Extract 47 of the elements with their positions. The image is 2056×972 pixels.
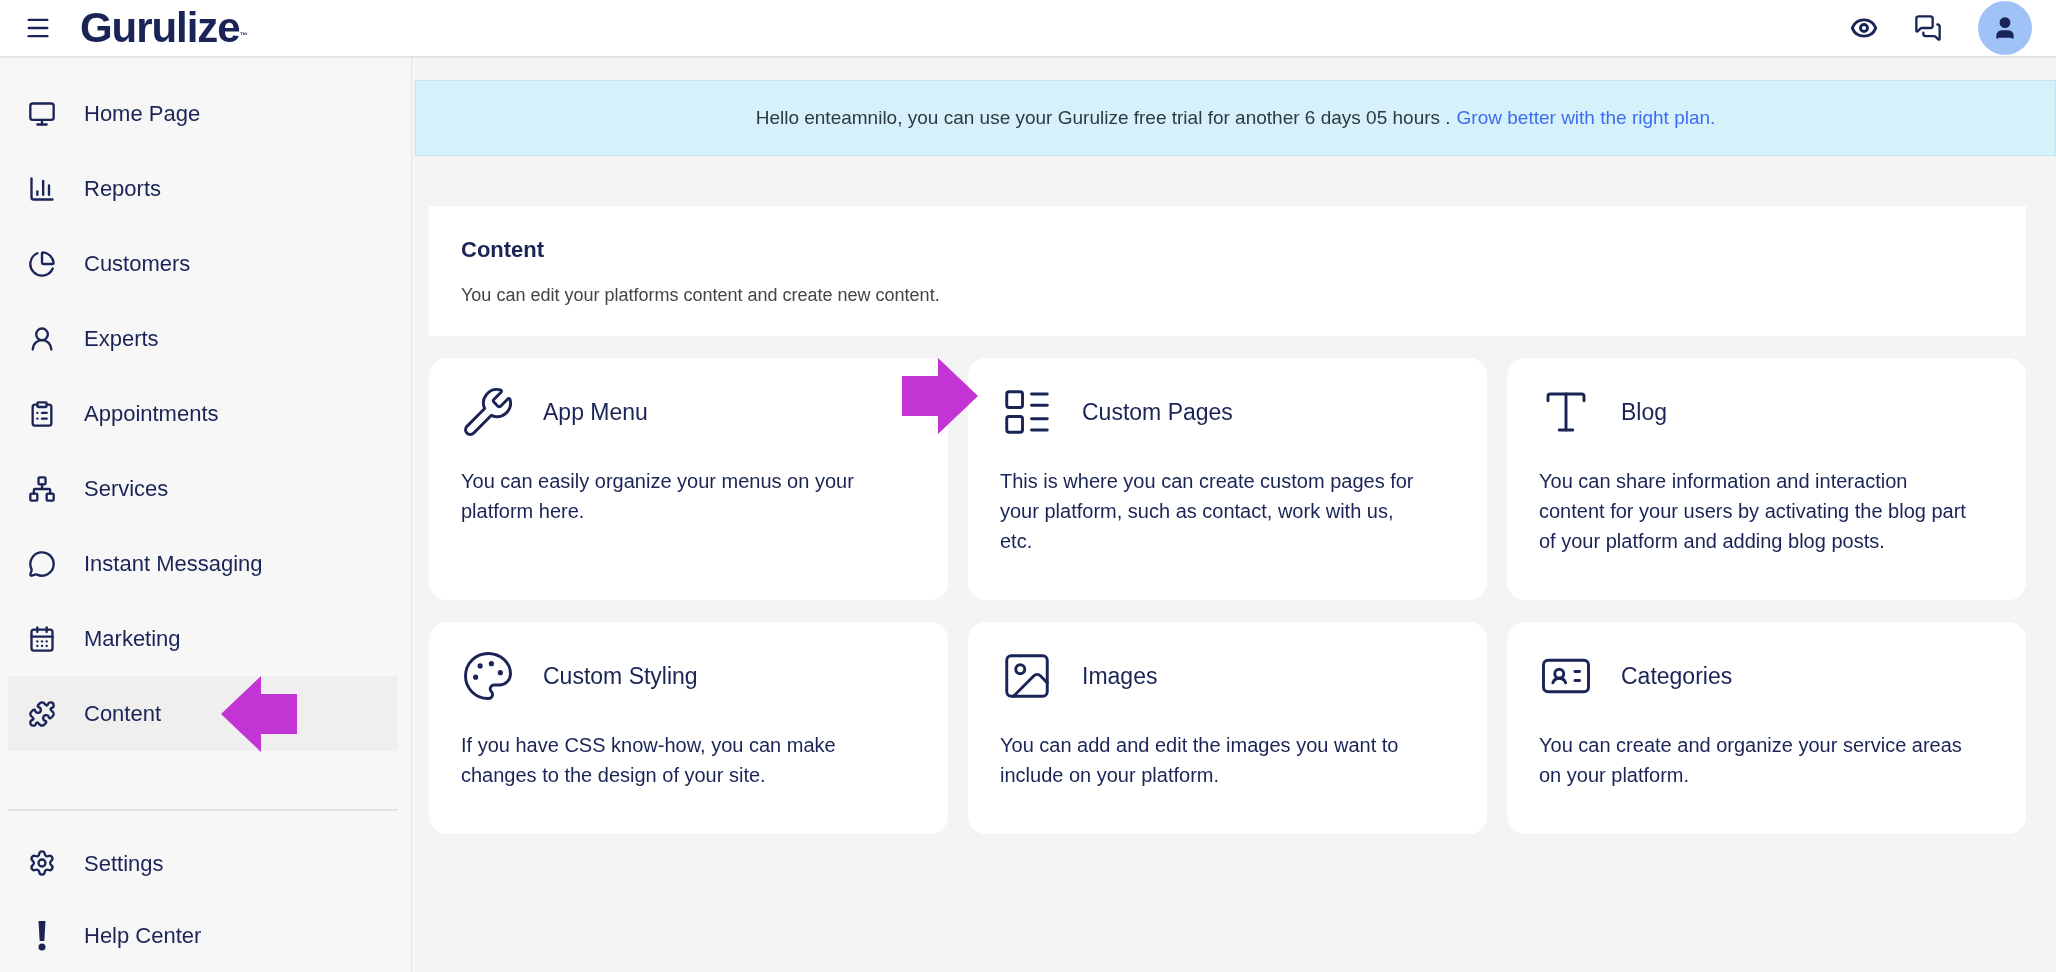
monitor-icon	[28, 99, 56, 128]
chat-bubbles-icon	[1914, 14, 1942, 42]
sidebar-item[interactable]: Marketing	[8, 601, 398, 676]
content-card[interactable]: Images You can add and edit the images you want to include on your platform.	[968, 622, 1487, 834]
page-title: Content	[461, 236, 546, 264]
hierarchy-icon	[28, 474, 56, 503]
tools-icon	[461, 385, 515, 439]
content-card[interactable]: Custom Pages This is where you can create custom pages for your platform, such as contact, work with us, etc.	[968, 358, 1487, 600]
sidebar-item[interactable]: Services	[8, 451, 398, 526]
calendar-icon	[28, 624, 56, 653]
sidebar-item[interactable]: Settings	[8, 827, 398, 900]
upgrade-link[interactable]: Grow better with the right plan.	[1456, 103, 1716, 133]
sidebar-item[interactable]: Content	[8, 676, 398, 751]
bar-chart-icon	[28, 174, 56, 203]
card-description: This is where you can create custom pages for your platform, such as contact, work with us, etc.	[1000, 469, 1415, 554]
card-description: If you have CSS know-how, you can make changes to the design of your site.	[461, 733, 837, 788]
sidebar-item[interactable]: Experts	[8, 301, 398, 376]
content-card[interactable]: Blog You can share information and interaction content for your users by activating the blog part of your platform and adding blog posts.	[1507, 358, 2026, 600]
puzzle-icon	[28, 699, 56, 728]
card-description: You can create and organize your service areas on your platform.	[1539, 733, 1963, 788]
pie-chart-icon	[28, 249, 56, 278]
card-title: Custom Pages	[1082, 397, 1233, 427]
card-title: Images	[1082, 661, 1158, 691]
card-description: You can easily organize your menus on your platform here.	[461, 469, 855, 524]
sidebar-item[interactable]: Instant Messaging	[8, 526, 398, 601]
palette-icon	[461, 649, 515, 703]
card-title: Custom Styling	[543, 661, 698, 691]
banner-text: Hello enteamnilo, you can use your Gurulize free trial for another 6 days 05 hours .	[755, 105, 1451, 130]
content-card[interactable]: Custom Styling If you have CSS know-how, you can make changes to the design of your site.	[429, 622, 948, 834]
sidebar-item[interactable]: Appointments	[8, 376, 398, 451]
sidebar-item[interactable]: Help Center	[8, 899, 398, 972]
chat-bubble-icon	[28, 549, 56, 578]
content-card[interactable]: Categories You can create and organize your service areas on your platform.	[1507, 622, 2026, 834]
card-description: You can add and edit the images you want to include on your platform.	[1000, 733, 1400, 788]
card-description: You can share information and interaction content for your users by activating the blog part of your platform and adding blog posts.	[1539, 469, 1967, 554]
sidebar-item[interactable]: Customers	[8, 226, 398, 301]
settings-icon	[28, 849, 56, 878]
card-title: App Menu	[543, 397, 648, 427]
card-title: Categories	[1621, 661, 1733, 691]
exclamation-icon	[37, 920, 47, 951]
content-card[interactable]: App Menu You can easily organize your menus on your platform here.	[429, 358, 948, 600]
page-subtitle: You can edit your platforms content and create new content.	[461, 284, 941, 307]
sidebar-item[interactable]: Reports	[8, 151, 398, 226]
messages-button[interactable]	[1914, 14, 1942, 42]
sidebar-item[interactable]: Home Page	[8, 76, 398, 151]
avatar[interactable]	[1978, 1, 2032, 55]
card-title: Blog	[1621, 397, 1668, 427]
